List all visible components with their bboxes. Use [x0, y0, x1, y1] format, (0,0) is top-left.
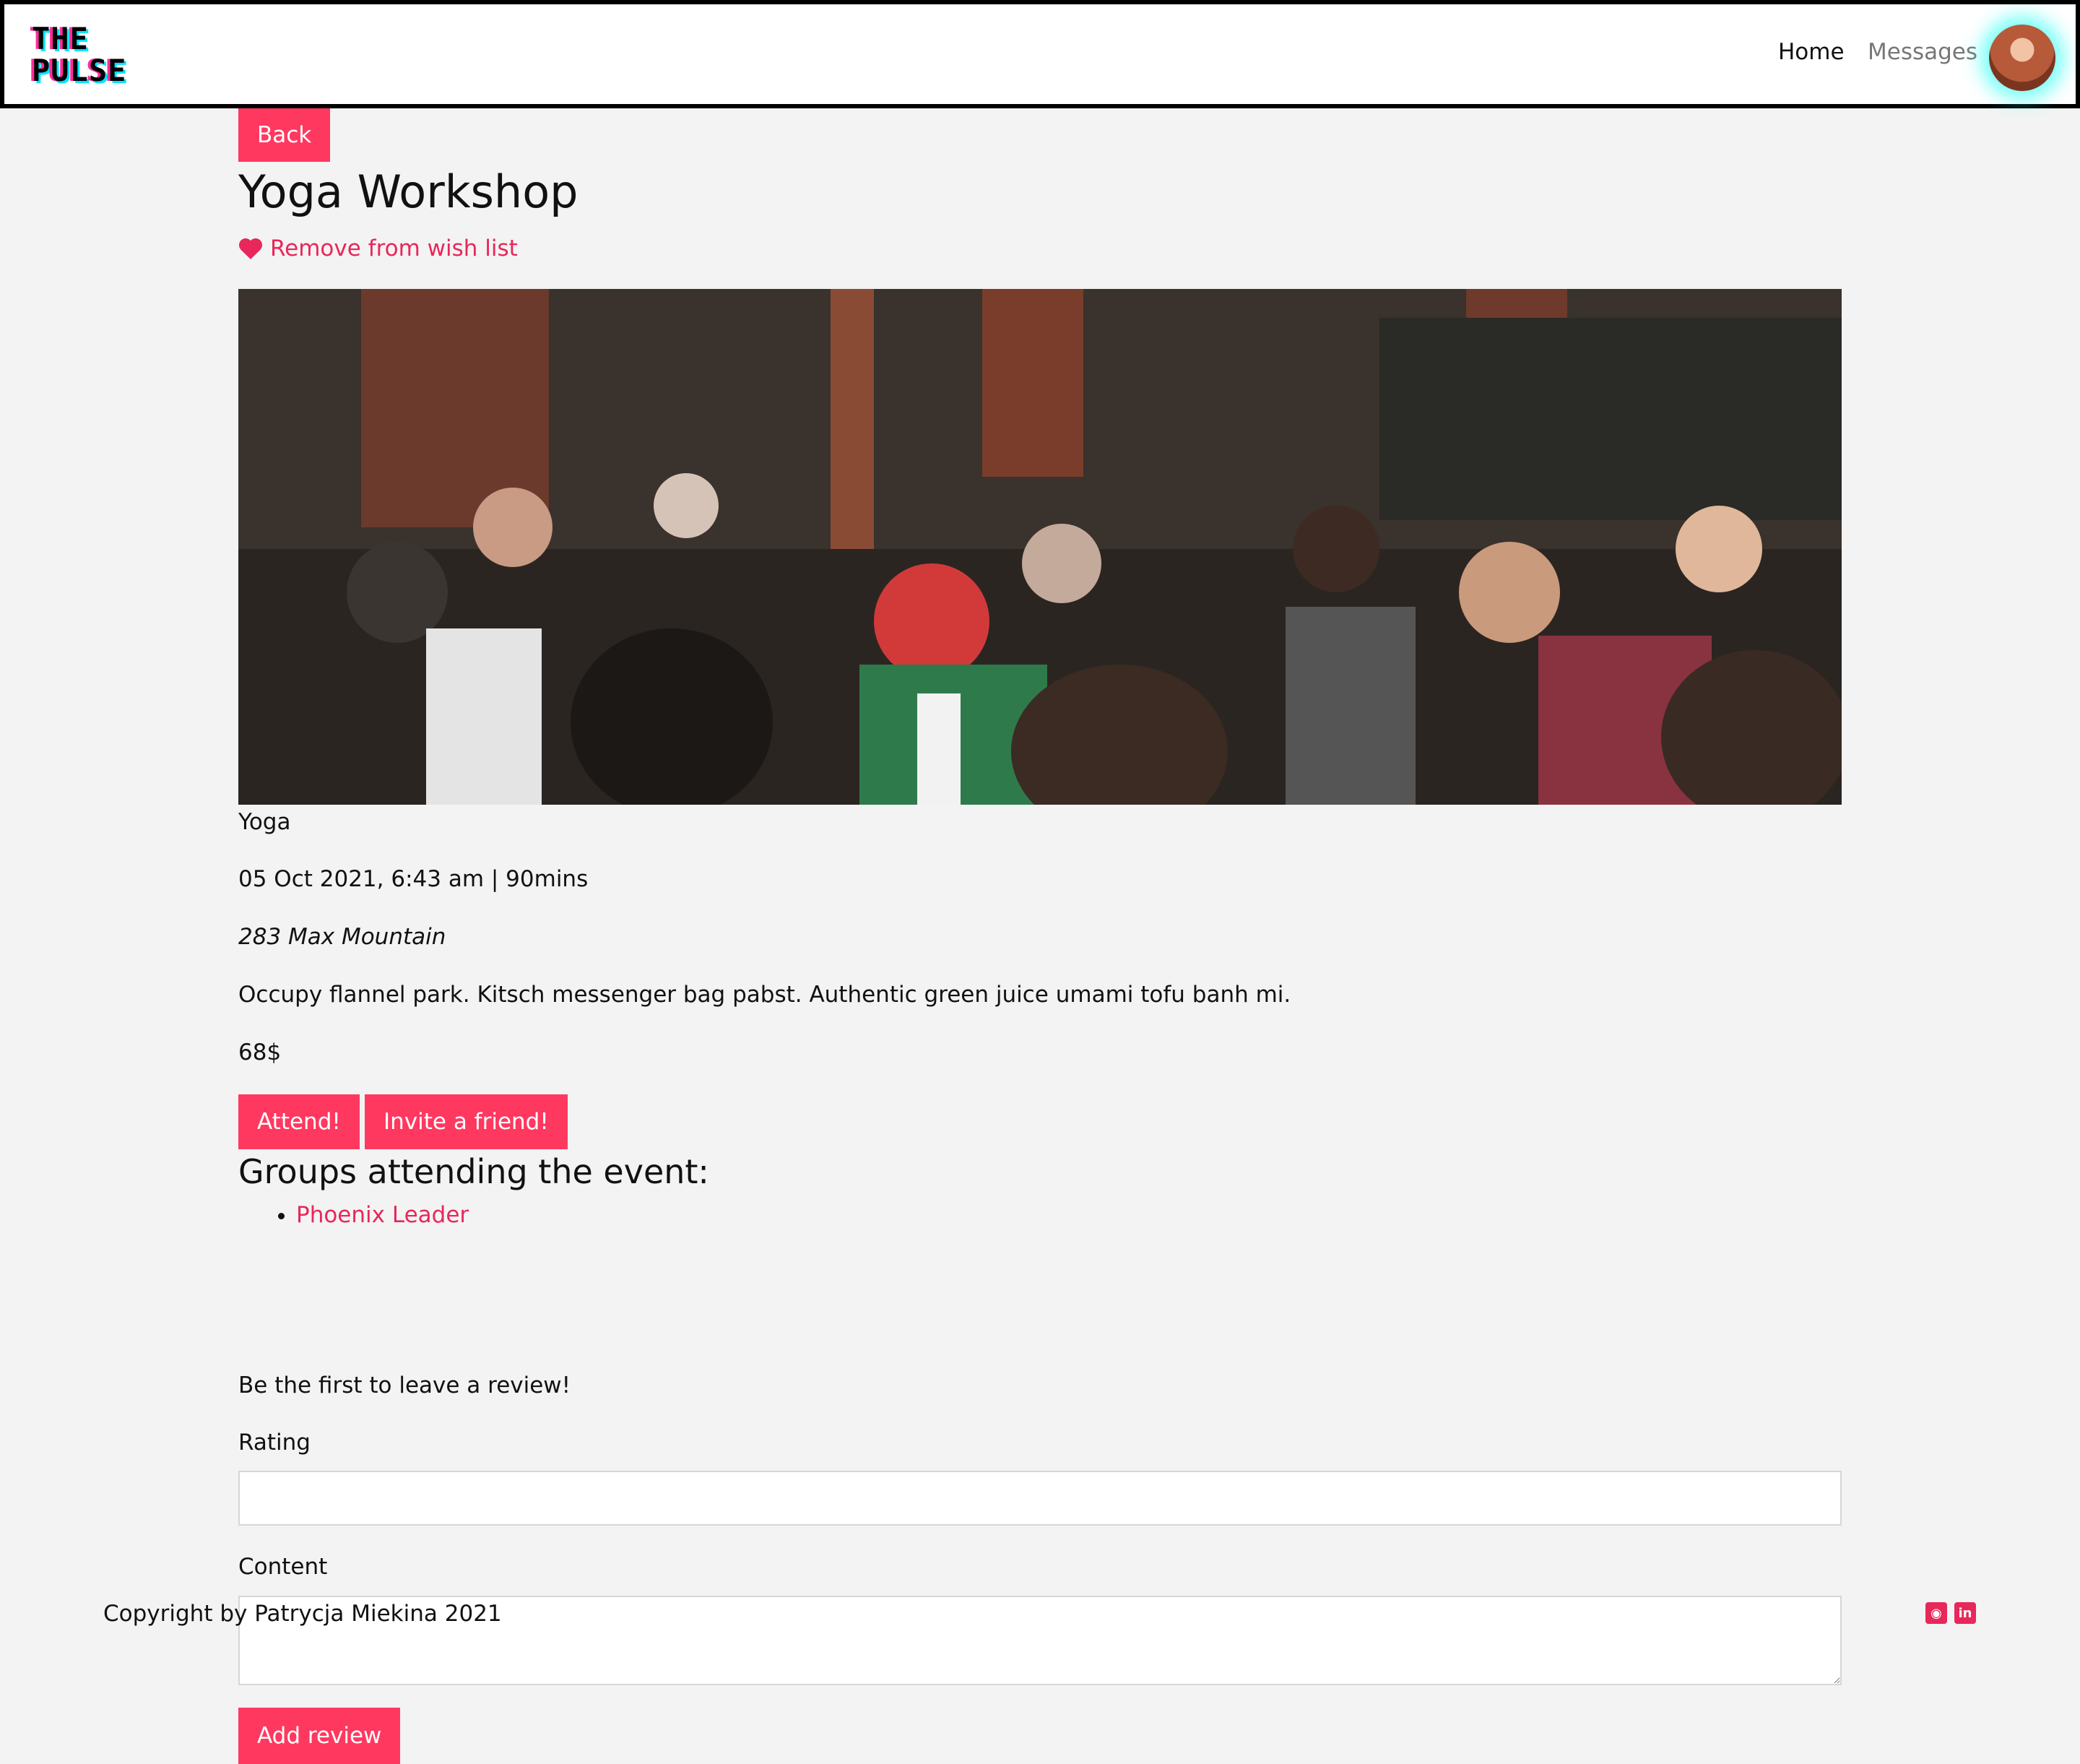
event-datetime: 05 Oct 2021, 6:43 am | 90mins — [238, 866, 589, 892]
logo-line-1: THE — [32, 21, 89, 56]
copyright-text: Copyright by Patrycja Miekina 2021 — [103, 1601, 502, 1627]
remove-from-wishlist-link[interactable]: Remove from wish list — [238, 233, 518, 264]
github-icon[interactable]: ◉ — [1925, 1602, 1947, 1624]
linkedin-icon[interactable]: in — [1954, 1602, 1976, 1624]
wishlist-label: Remove from wish list — [270, 235, 518, 261]
footer-icons: ◉ in — [1925, 1602, 1976, 1624]
logo[interactable]: THE PULSE — [32, 23, 126, 87]
navbar: THE PULSE Home Messages — [0, 0, 2080, 108]
rating-label: Rating — [238, 1430, 311, 1456]
event-category: Yoga — [238, 809, 291, 835]
page-title: Yoga Workshop — [238, 165, 578, 218]
group-link[interactable]: Phoenix Leader — [296, 1202, 469, 1228]
content-label: Content — [238, 1554, 328, 1580]
event-image — [238, 289, 1842, 805]
review-note: Be the first to leave a review! — [238, 1372, 571, 1398]
crowd-photo — [238, 289, 1842, 805]
nav-messages-link[interactable]: Messages — [1868, 36, 1977, 68]
back-button[interactable]: Back — [238, 108, 331, 162]
list-item: Phoenix Leader — [296, 1199, 469, 1231]
rating-input[interactable] — [238, 1471, 1842, 1526]
attend-button[interactable]: Attend! — [238, 1094, 360, 1149]
nav-home-link[interactable]: Home — [1778, 36, 1845, 68]
groups-heading: Groups attending the event: — [238, 1152, 709, 1191]
add-review-button[interactable]: Add review — [238, 1708, 401, 1764]
event-address: 283 Max Mountain — [238, 924, 446, 950]
event-description: Occupy flannel park. Kitsch messenger ba… — [238, 982, 1291, 1008]
logo-line-2: PULSE — [32, 53, 127, 88]
invite-friend-button[interactable]: Invite a friend! — [365, 1094, 568, 1149]
groups-list: Phoenix Leader — [238, 1199, 469, 1231]
avatar[interactable] — [1989, 25, 2055, 91]
event-price: 68$ — [238, 1039, 282, 1065]
heart-icon — [238, 238, 263, 259]
